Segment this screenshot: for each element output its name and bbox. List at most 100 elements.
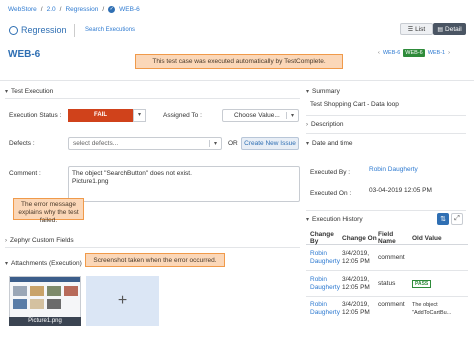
- plus-icon: +: [117, 292, 128, 309]
- collapse-icon: ▾: [5, 261, 9, 267]
- date-time-header[interactable]: ▾ Date and time: [306, 140, 352, 147]
- execution-status-select[interactable]: FAIL ▾: [68, 109, 146, 122]
- change-on-cell: 3/4/2019, 12:05 PM: [342, 301, 378, 317]
- callout-error: The error message explains why the test …: [13, 198, 84, 224]
- collapse-icon: ▾: [306, 89, 310, 95]
- change-by-first: Robin: [310, 275, 327, 283]
- change-by-last: Daugherty: [310, 257, 340, 265]
- executed-by-value[interactable]: Robin Daugherty: [369, 166, 418, 173]
- refresh-history-button[interactable]: ⇅: [437, 213, 449, 225]
- change-by-first: Robin: [310, 249, 327, 257]
- previous-icon[interactable]: ‹: [378, 50, 380, 56]
- zephyr-fields-header[interactable]: › Zephyr Custom Fields: [5, 237, 74, 244]
- thumbnail-product: [47, 286, 61, 296]
- change-on-date: 3/4/2019,: [342, 249, 370, 257]
- attachments-title: Attachments (Execution): [11, 260, 82, 267]
- description-title: Description: [311, 121, 344, 128]
- breadcrumb: WebStore / 2.0 / Regression / ✓ WEB-6: [8, 6, 140, 13]
- expand-icon: ›: [306, 121, 308, 128]
- breadcrumb-current[interactable]: WEB-6: [119, 6, 140, 13]
- add-attachment-button[interactable]: +: [86, 276, 159, 326]
- list-view-label: List: [415, 25, 426, 33]
- history-table: Change By Change On Field Name Old Value…: [306, 231, 468, 327]
- view-toggle: ☰ List ▤ Detail: [400, 23, 466, 35]
- collapse-icon: ▾: [306, 217, 310, 223]
- change-by-last: Daugherty: [310, 283, 340, 291]
- refresh-icon: ⇅: [440, 216, 446, 223]
- pager-next[interactable]: WEB-1: [428, 50, 445, 56]
- nav-bar: Regression Search Executions ☰ List ▤ De…: [0, 18, 474, 44]
- executed-on-value: 03-04-2019 12:05 PM: [369, 187, 432, 194]
- comment-textarea[interactable]: The object "SearchButton" does not exist…: [68, 166, 300, 202]
- search-executions-link[interactable]: Search Executions: [85, 27, 135, 33]
- field-name-cell: status: [378, 279, 396, 287]
- description-header[interactable]: › Description: [306, 121, 344, 128]
- defects-placeholder: select defects...: [73, 140, 119, 147]
- check-circle-icon: ✓: [108, 6, 116, 13]
- divider: [306, 133, 466, 134]
- test-execution-title: Test Execution: [11, 88, 54, 95]
- executed-on-label: Executed On :: [310, 190, 352, 197]
- pager-current[interactable]: WEB-6: [403, 49, 425, 57]
- history-table-header: Change By Change On Field Name Old Value: [306, 231, 468, 245]
- zephyr-fields-title: Zephyr Custom Fields: [10, 237, 74, 244]
- assigned-to-placeholder: Choose Value...: [234, 112, 280, 119]
- page-title: WEB-6: [8, 49, 41, 60]
- create-issue-label: Create New Issue: [244, 140, 296, 147]
- field-name-cell: comment: [378, 301, 405, 308]
- defects-label: Defects :: [9, 140, 35, 147]
- pager-prev[interactable]: WEB-6: [383, 50, 400, 56]
- expand-arrows-icon: ⤢: [454, 215, 460, 222]
- change-on-time: 12:05 PM: [342, 309, 370, 316]
- create-issue-button[interactable]: Create New Issue: [241, 137, 299, 150]
- thumbnail-product: [30, 299, 44, 309]
- assigned-to-select[interactable]: Choose Value... ▾: [222, 109, 299, 122]
- test-execution-header[interactable]: ▾ Test Execution: [5, 88, 53, 95]
- callout-automated: This test case was executed automaticall…: [135, 54, 343, 69]
- change-on-time: 12:05 PM: [342, 283, 370, 291]
- column-header: Change By: [310, 231, 334, 245]
- breadcrumb-version[interactable]: 2.0: [47, 6, 56, 13]
- callout-error-text: The error message explains why the test …: [18, 201, 79, 224]
- breadcrumb-separator: /: [40, 6, 43, 13]
- change-on-date: 3/4/2019,: [342, 301, 370, 308]
- history-settings-button[interactable]: ⤢: [451, 213, 463, 225]
- attachment-filename[interactable]: Picture1.png: [9, 317, 81, 326]
- change-on-cell: 3/4/2019, 12:05 PM: [342, 250, 378, 266]
- callout-screenshot: Screenshot taken when the error occurred…: [85, 253, 225, 267]
- breadcrumb-webstore[interactable]: WebStore: [8, 6, 37, 13]
- column-header: Change On: [342, 234, 377, 242]
- chevron-down-icon: ▾: [286, 112, 298, 119]
- summary-text: Test Shopping Cart - Data loop: [310, 101, 399, 108]
- attachments-header[interactable]: ▾ Attachments (Execution): [5, 260, 82, 267]
- callout-screenshot-text: Screenshot taken when the error occurred…: [93, 256, 217, 264]
- execution-history-title: Execution History: [312, 216, 363, 223]
- next-icon[interactable]: ›: [448, 50, 450, 56]
- change-on-date: 3/4/2019,: [342, 275, 370, 283]
- collapse-icon: ▾: [306, 141, 310, 147]
- execution-pager: ‹ WEB-6 WEB-6 WEB-1 ›: [378, 49, 450, 57]
- change-by-cell[interactable]: Robin Daugherty: [306, 301, 342, 317]
- thumbnail-product: [13, 299, 27, 309]
- summary-header[interactable]: ▾ Summary: [306, 88, 340, 95]
- old-value-cell: PASS: [412, 279, 468, 288]
- breadcrumb-separator: /: [102, 6, 105, 13]
- table-row: Robin Daugherty 3/4/2019, 12:05 PM comment: [306, 245, 468, 271]
- defects-select[interactable]: select defects... ▾: [68, 137, 222, 150]
- divider: [5, 98, 300, 99]
- execution-history-header[interactable]: ▾ Execution History: [306, 216, 363, 223]
- table-row: Robin Daugherty 3/4/2019, 12:05 PM comment…: [306, 297, 468, 327]
- change-by-last: Daugherty: [310, 309, 340, 316]
- chevron-down-icon: ▾: [209, 140, 221, 147]
- assigned-to-label: Assigned To :: [163, 112, 202, 119]
- thumbnail-titlebar: [10, 277, 80, 282]
- list-view-button[interactable]: ☰ List: [400, 23, 433, 35]
- change-by-cell[interactable]: Robin Daugherty: [306, 250, 342, 266]
- divider: [5, 247, 300, 248]
- change-by-cell[interactable]: Robin Daugherty: [306, 276, 342, 292]
- detail-view-button[interactable]: ▤ Detail: [433, 23, 466, 35]
- or-label: OR: [228, 140, 238, 147]
- breadcrumb-cycle[interactable]: Regression: [65, 6, 98, 13]
- thumbnail-product: [47, 299, 61, 309]
- summary-title: Summary: [312, 88, 340, 95]
